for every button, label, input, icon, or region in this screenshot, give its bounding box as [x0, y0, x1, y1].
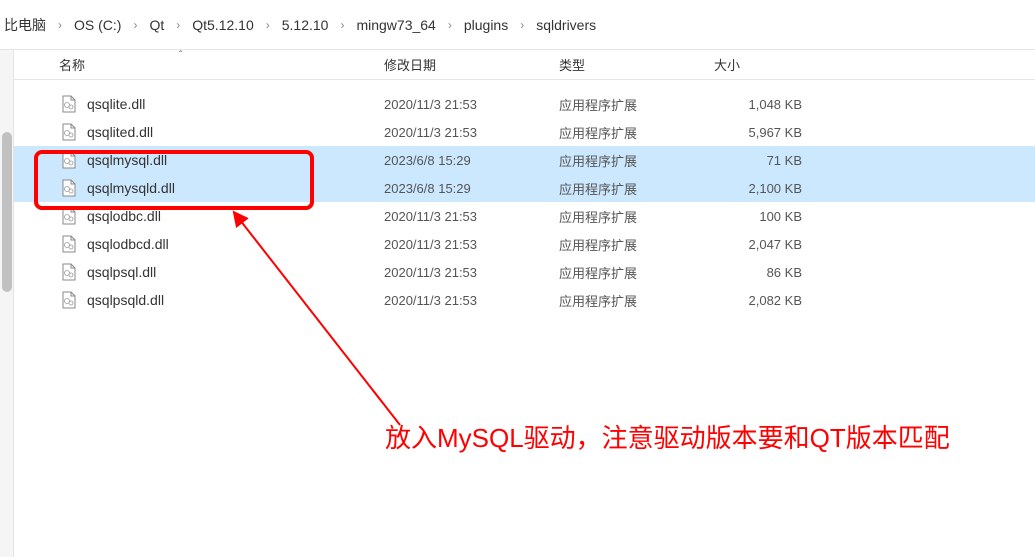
column-headers: 名称 ˆ 修改日期 类型 大小	[14, 50, 1035, 80]
file-name: qsqlodbcd.dll	[87, 236, 169, 252]
file-name-cell: qsqlodbc.dll	[59, 206, 384, 226]
file-type: 应用程序扩展	[559, 263, 714, 282]
file-name: qsqlodbc.dll	[87, 208, 161, 224]
file-date: 2023/6/8 15:29	[384, 153, 559, 168]
breadcrumb-item-2[interactable]: Qt	[145, 17, 168, 33]
file-type: 应用程序扩展	[559, 235, 714, 254]
file-name: qsqlpsqld.dll	[87, 292, 164, 308]
dll-file-icon	[59, 234, 79, 254]
file-list: qsqlite.dll2020/11/3 21:53应用程序扩展1,048 KB…	[14, 80, 1035, 314]
chevron-right-icon: ›	[258, 18, 278, 32]
breadcrumb: 比电脑 › OS (C:) › Qt › Qt5.12.10 › 5.12.10…	[0, 0, 1035, 50]
file-name: qsqlited.dll	[87, 124, 153, 140]
file-name-cell: qsqlite.dll	[59, 94, 384, 114]
content-area: 名称 ˆ 修改日期 类型 大小 qsqlite.dll 2020/11/3 21:…	[0, 50, 1035, 557]
file-date: 2020/11/3 21:53	[384, 209, 559, 224]
file-row[interactable]: qsqlite.dll 2020/11/3 21:53应用程序扩展1,048 KB	[14, 90, 1035, 118]
file-row[interactable]: qsqlpsqld.dll 2020/11/3 21:53应用程序扩展2,082 …	[14, 286, 1035, 314]
file-date: 2023/6/8 15:29	[384, 181, 559, 196]
breadcrumb-item-3[interactable]: Qt5.12.10	[188, 17, 258, 33]
dll-file-icon	[59, 290, 79, 310]
column-header-size[interactable]: 大小	[714, 55, 814, 74]
breadcrumb-item-7[interactable]: sqldrivers	[532, 17, 600, 33]
file-date: 2020/11/3 21:53	[384, 293, 559, 308]
file-date: 2020/11/3 21:53	[384, 265, 559, 280]
file-name: qsqlmysql.dll	[87, 152, 167, 168]
dll-file-icon	[59, 262, 79, 282]
file-name: qsqlpsql.dll	[87, 264, 156, 280]
file-name-cell: qsqlmysql.dll	[59, 150, 384, 170]
file-row[interactable]: qsqlodbc.dll 2020/11/3 21:53应用程序扩展100 KB	[14, 202, 1035, 230]
file-row[interactable]: qsqlited.dll 2020/11/3 21:53应用程序扩展5,967 K…	[14, 118, 1035, 146]
file-date: 2020/11/3 21:53	[384, 237, 559, 252]
file-size: 2,047 KB	[714, 237, 814, 252]
chevron-right-icon: ›	[168, 18, 188, 32]
breadcrumb-item-5[interactable]: mingw73_64	[352, 17, 439, 33]
file-name-cell: qsqlmysqld.dll	[59, 178, 384, 198]
file-size: 100 KB	[714, 209, 814, 224]
file-date: 2020/11/3 21:53	[384, 97, 559, 112]
file-row[interactable]: qsqlmysql.dll 2023/6/8 15:29应用程序扩展71 KB	[14, 146, 1035, 174]
breadcrumb-item-4[interactable]: 5.12.10	[278, 17, 333, 33]
file-name-cell: qsqlpsqld.dll	[59, 290, 384, 310]
chevron-right-icon: ›	[512, 18, 532, 32]
scrollbar-thumb[interactable]	[2, 132, 12, 292]
chevron-right-icon: ›	[125, 18, 145, 32]
file-name: qsqlmysqld.dll	[87, 180, 175, 196]
file-size: 5,967 KB	[714, 125, 814, 140]
chevron-right-icon: ›	[440, 18, 460, 32]
column-header-type[interactable]: 类型	[559, 55, 714, 74]
file-size: 1,048 KB	[714, 97, 814, 112]
file-type: 应用程序扩展	[559, 207, 714, 226]
file-row[interactable]: qsqlodbcd.dll 2020/11/3 21:53应用程序扩展2,047 …	[14, 230, 1035, 258]
file-size: 86 KB	[714, 265, 814, 280]
file-size: 71 KB	[714, 153, 814, 168]
file-name-cell: qsqlodbcd.dll	[59, 234, 384, 254]
column-label-name: 名称	[59, 58, 85, 73]
nav-scrollbar-rail	[0, 50, 14, 557]
column-header-date[interactable]: 修改日期	[384, 55, 559, 74]
file-row[interactable]: qsqlmysqld.dll 2023/6/8 15:29应用程序扩展2,100 …	[14, 174, 1035, 202]
file-type: 应用程序扩展	[559, 179, 714, 198]
dll-file-icon	[59, 178, 79, 198]
file-type: 应用程序扩展	[559, 151, 714, 170]
file-size: 2,100 KB	[714, 181, 814, 196]
file-name-cell: qsqlited.dll	[59, 122, 384, 142]
file-size: 2,082 KB	[714, 293, 814, 308]
file-date: 2020/11/3 21:53	[384, 125, 559, 140]
dll-file-icon	[59, 150, 79, 170]
breadcrumb-item-6[interactable]: plugins	[460, 17, 512, 33]
file-name-cell: qsqlpsql.dll	[59, 262, 384, 282]
file-type: 应用程序扩展	[559, 95, 714, 114]
file-type: 应用程序扩展	[559, 123, 714, 142]
chevron-right-icon: ›	[332, 18, 352, 32]
column-header-name[interactable]: 名称 ˆ	[59, 55, 384, 74]
dll-file-icon	[59, 206, 79, 226]
file-name: qsqlite.dll	[87, 96, 145, 112]
file-row[interactable]: qsqlpsql.dll 2020/11/3 21:53应用程序扩展86 KB	[14, 258, 1035, 286]
dll-file-icon	[59, 94, 79, 114]
sort-indicator-icon: ˆ	[179, 50, 182, 61]
chevron-right-icon: ›	[50, 18, 70, 32]
dll-file-icon	[59, 122, 79, 142]
breadcrumb-item-0[interactable]: 比电脑	[0, 15, 50, 35]
file-panel: 名称 ˆ 修改日期 类型 大小 qsqlite.dll 2020/11/3 21:…	[14, 50, 1035, 557]
breadcrumb-item-1[interactable]: OS (C:)	[70, 17, 125, 33]
file-type: 应用程序扩展	[559, 291, 714, 310]
